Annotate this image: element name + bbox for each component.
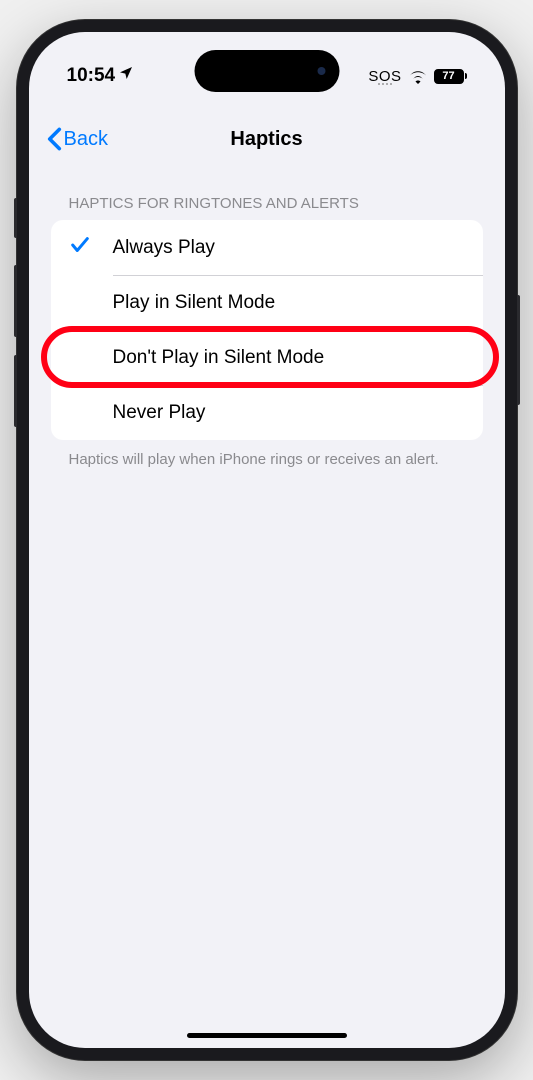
front-camera [317, 67, 325, 75]
volume-down-button [14, 355, 17, 427]
back-button[interactable]: Back [47, 127, 108, 151]
battery-percentage: 77 [442, 70, 454, 82]
battery-indicator: 77 [434, 69, 467, 84]
option-play-silent[interactable]: Play in Silent Mode [51, 275, 483, 330]
option-label: Don't Play in Silent Mode [113, 347, 325, 369]
wifi-icon [408, 69, 428, 84]
option-dont-play-silent[interactable]: Don't Play in Silent Mode [51, 330, 483, 385]
nav-bar: Back Haptics [29, 112, 505, 166]
volume-up-button [14, 265, 17, 337]
option-label: Play in Silent Mode [113, 292, 276, 314]
checkmark-icon [69, 234, 91, 261]
option-never-play[interactable]: Never Play [51, 385, 483, 440]
status-time: 10:54 [67, 65, 116, 87]
option-always-play[interactable]: Always Play [51, 220, 483, 275]
power-button [517, 295, 520, 405]
content: HAPTICS FOR RINGTONES AND ALERTS Always … [29, 177, 505, 470]
screen: 10:54 SOS [29, 32, 505, 1048]
phone-frame: 10:54 SOS [17, 20, 517, 1060]
back-label: Back [64, 128, 108, 151]
section-header: HAPTICS FOR RINGTONES AND ALERTS [51, 177, 483, 220]
section-footer: Haptics will play when iPhone rings or r… [51, 440, 483, 470]
status-left: 10:54 [67, 65, 135, 87]
chevron-left-icon [47, 127, 62, 151]
sos-indicator: SOS [368, 68, 401, 85]
option-label: Always Play [113, 237, 215, 259]
home-indicator[interactable] [187, 1033, 347, 1039]
check-slot [69, 234, 113, 261]
mute-switch [14, 198, 17, 238]
location-icon [118, 65, 134, 87]
haptics-options-list: Always Play Play in Silent Mode Don't Pl… [51, 220, 483, 440]
option-label: Never Play [113, 402, 206, 424]
status-right: SOS 77 [368, 68, 466, 85]
page-title: Haptics [230, 128, 302, 151]
dynamic-island [194, 50, 339, 92]
